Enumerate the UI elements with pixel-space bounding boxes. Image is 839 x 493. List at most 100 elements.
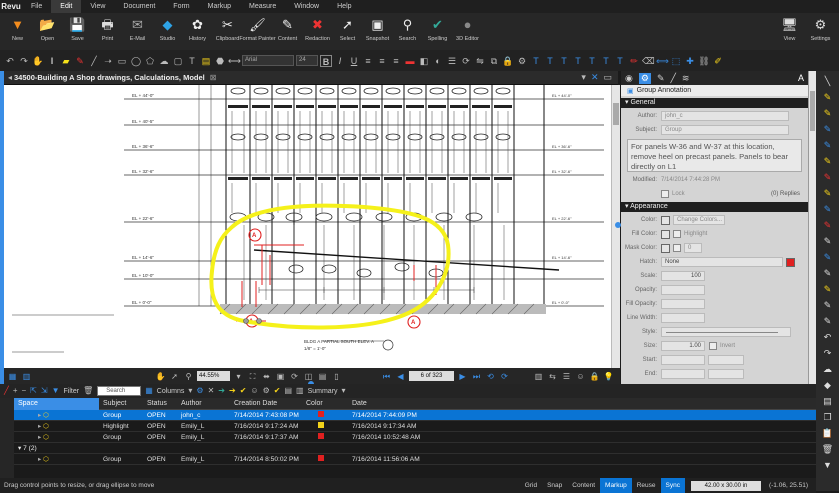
cloud-icon[interactable]: ☁: [158, 55, 170, 67]
content-ribbon-button[interactable]: ✎ Content: [273, 15, 302, 49]
redo-icon[interactable]: ↷: [18, 55, 30, 67]
next-page-icon[interactable]: ▶: [457, 371, 468, 382]
email-ribbon-button[interactable]: ✉ E-Mail: [123, 15, 152, 49]
trash-icon[interactable]: 🗑: [83, 384, 93, 398]
check-icon[interactable]: ✔: [274, 384, 281, 398]
table-row[interactable]: ▸ ⬡ Group OPEN Emily_L 7/14/2014 8:50:02 PM 7…: [14, 454, 816, 465]
open-ribbon-button[interactable]: 📂 Open: [33, 15, 62, 49]
tab-binoculars-icon[interactable]: ◉: [625, 73, 633, 84]
flip-icon[interactable]: ⇋: [474, 55, 486, 67]
filter-icon[interactable]: ▼: [52, 384, 60, 398]
rt-pen2-icon[interactable]: ✎: [821, 107, 835, 119]
fill-color-swatch[interactable]: [661, 229, 670, 239]
toggle-markup[interactable]: Markup: [600, 478, 632, 493]
page-number-field[interactable]: 6 of 323: [409, 371, 454, 381]
split-view-icon[interactable]: ▥: [21, 371, 32, 382]
table-row[interactable]: ▸ ⬡ Group OPEN john_c 7/14/2014 7:43:08 PM 7/…: [14, 410, 816, 421]
columns-button[interactable]: Columns: [157, 388, 185, 395]
history-ribbon-button[interactable]: ✿ History: [183, 15, 212, 49]
3d-editor-ribbon-button[interactable]: ● 3D Editor: [453, 15, 482, 49]
mask-checkbox[interactable]: [673, 244, 681, 252]
opacity-icon[interactable]: ◐: [432, 55, 444, 67]
properties-scrollbar[interactable]: [808, 71, 816, 384]
new-ribbon-button[interactable]: ▼ New: [3, 15, 32, 49]
properties-icon[interactable]: ⚙: [516, 55, 528, 67]
line-width-icon[interactable]: ☰: [446, 55, 458, 67]
drawing-canvas[interactable]: A A A EL + 44'-0" EL + 40'-5" EL + 36'-6…: [4, 85, 611, 368]
settings-ribbon-button[interactable]: ⚙ Settings: [806, 15, 835, 49]
rt-pen9-icon[interactable]: ✎: [821, 219, 835, 231]
italic-icon[interactable]: I: [334, 55, 346, 67]
markups-collapse-icon[interactable]: ⇲: [41, 384, 48, 398]
link-icon[interactable]: ⛓: [698, 55, 710, 67]
studio-ribbon-button[interactable]: ◆ Studio: [153, 15, 182, 49]
invert-checkbox[interactable]: [709, 342, 717, 350]
author-field[interactable]: john_c: [661, 111, 789, 121]
menu-help[interactable]: Help: [328, 0, 360, 13]
prev-page-icon[interactable]: ◀: [395, 371, 406, 382]
tab-pen-icon[interactable]: ✎: [657, 73, 665, 84]
lock-checkbox[interactable]: [661, 190, 669, 198]
redaction-ribbon-button[interactable]: ✖ Redaction: [303, 15, 332, 49]
replies-link[interactable]: (0) Replies: [771, 191, 808, 197]
clipboard-ribbon-button[interactable]: ✂ Clipboard: [213, 15, 242, 49]
continuous-icon[interactable]: ▥: [533, 371, 544, 382]
mask-value-field[interactable]: 0: [684, 243, 702, 253]
select-arrow-icon[interactable]: ➚: [169, 371, 180, 382]
gear2-icon[interactable]: ⚙: [263, 384, 270, 398]
markups-search-input[interactable]: Search: [97, 386, 142, 396]
rt-pen15-icon[interactable]: ✎: [821, 315, 835, 327]
thumbnails-icon[interactable]: ▦: [7, 371, 18, 382]
area-icon[interactable]: ⬚: [670, 55, 682, 67]
rectangle-icon[interactable]: ▭: [116, 55, 128, 67]
columns-dropdown-icon[interactable]: ▾: [188, 384, 192, 398]
sync-icon[interactable]: ⇆: [547, 371, 558, 382]
rt-undo-icon[interactable]: ↶: [821, 331, 835, 343]
bold-icon[interactable]: B: [320, 54, 332, 67]
single-page-icon[interactable]: ▯: [331, 371, 342, 382]
user-icon[interactable]: ☺: [575, 371, 586, 382]
measure-icon[interactable]: ⟷: [228, 55, 241, 67]
zoom-dropdown-icon[interactable]: ▾: [233, 371, 244, 382]
rt-redo-icon[interactable]: ↷: [821, 347, 835, 359]
pen-icon[interactable]: ✎: [74, 55, 86, 67]
last-page-icon[interactable]: ⏭: [471, 371, 482, 382]
font-size-select[interactable]: 24: [296, 55, 318, 66]
prev-view-icon[interactable]: ⟲: [485, 371, 496, 382]
expand-arrow-icon[interactable]: ▸: [18, 434, 41, 441]
markups-remove-icon[interactable]: −: [22, 384, 27, 398]
rotate-icon[interactable]: ⟳: [460, 55, 472, 67]
text-tool-4-icon[interactable]: T: [572, 55, 584, 67]
col-subject[interactable]: Subject: [99, 400, 143, 407]
import-icon[interactable]: ➔: [218, 384, 225, 398]
rt-paste-icon[interactable]: 📋: [821, 427, 835, 439]
section-appearance[interactable]: ▾ Appearance: [621, 202, 808, 212]
group-icon[interactable]: ⧉: [488, 55, 500, 67]
rt-pen7-icon[interactable]: ✎: [821, 187, 835, 199]
status-icon[interactable]: ✔: [240, 384, 247, 398]
layers2-icon[interactable]: ▤: [284, 384, 292, 398]
document-tab-title[interactable]: 34500-Building A Shop drawings, Calculat…: [14, 73, 205, 82]
ellipse-icon[interactable]: ◯: [130, 55, 142, 67]
align-right-icon[interactable]: ≡: [390, 55, 402, 67]
rt-stamp-icon[interactable]: ◆: [821, 379, 835, 391]
col-date[interactable]: Date: [348, 400, 438, 407]
expand-arrow-icon[interactable]: ▸: [18, 456, 41, 463]
subject-field[interactable]: Group: [661, 125, 789, 135]
start-size-select[interactable]: [708, 355, 744, 365]
summary-icon[interactable]: ▥: [296, 384, 304, 398]
next-view-icon[interactable]: ⟳: [499, 371, 510, 382]
line-icon[interactable]: ╱: [88, 55, 100, 67]
markups-close-icon[interactable]: ╱: [4, 384, 9, 398]
users-icon[interactable]: ☺: [250, 384, 258, 398]
rt-pen12-icon[interactable]: ✎: [821, 267, 835, 279]
rt-pen5-icon[interactable]: ✎: [821, 155, 835, 167]
zoom-level-field[interactable]: 44.55%: [197, 371, 230, 381]
hand-icon[interactable]: ✋: [32, 55, 44, 67]
menu-window[interactable]: Window: [285, 0, 328, 13]
underline-icon[interactable]: U: [348, 55, 360, 67]
rt-pen11-icon[interactable]: ✎: [821, 251, 835, 263]
scale-field[interactable]: 100: [661, 271, 705, 281]
snapshot-ribbon-button[interactable]: ▣ Snapshot: [363, 15, 392, 49]
actual-size-icon[interactable]: ▣: [275, 371, 286, 382]
